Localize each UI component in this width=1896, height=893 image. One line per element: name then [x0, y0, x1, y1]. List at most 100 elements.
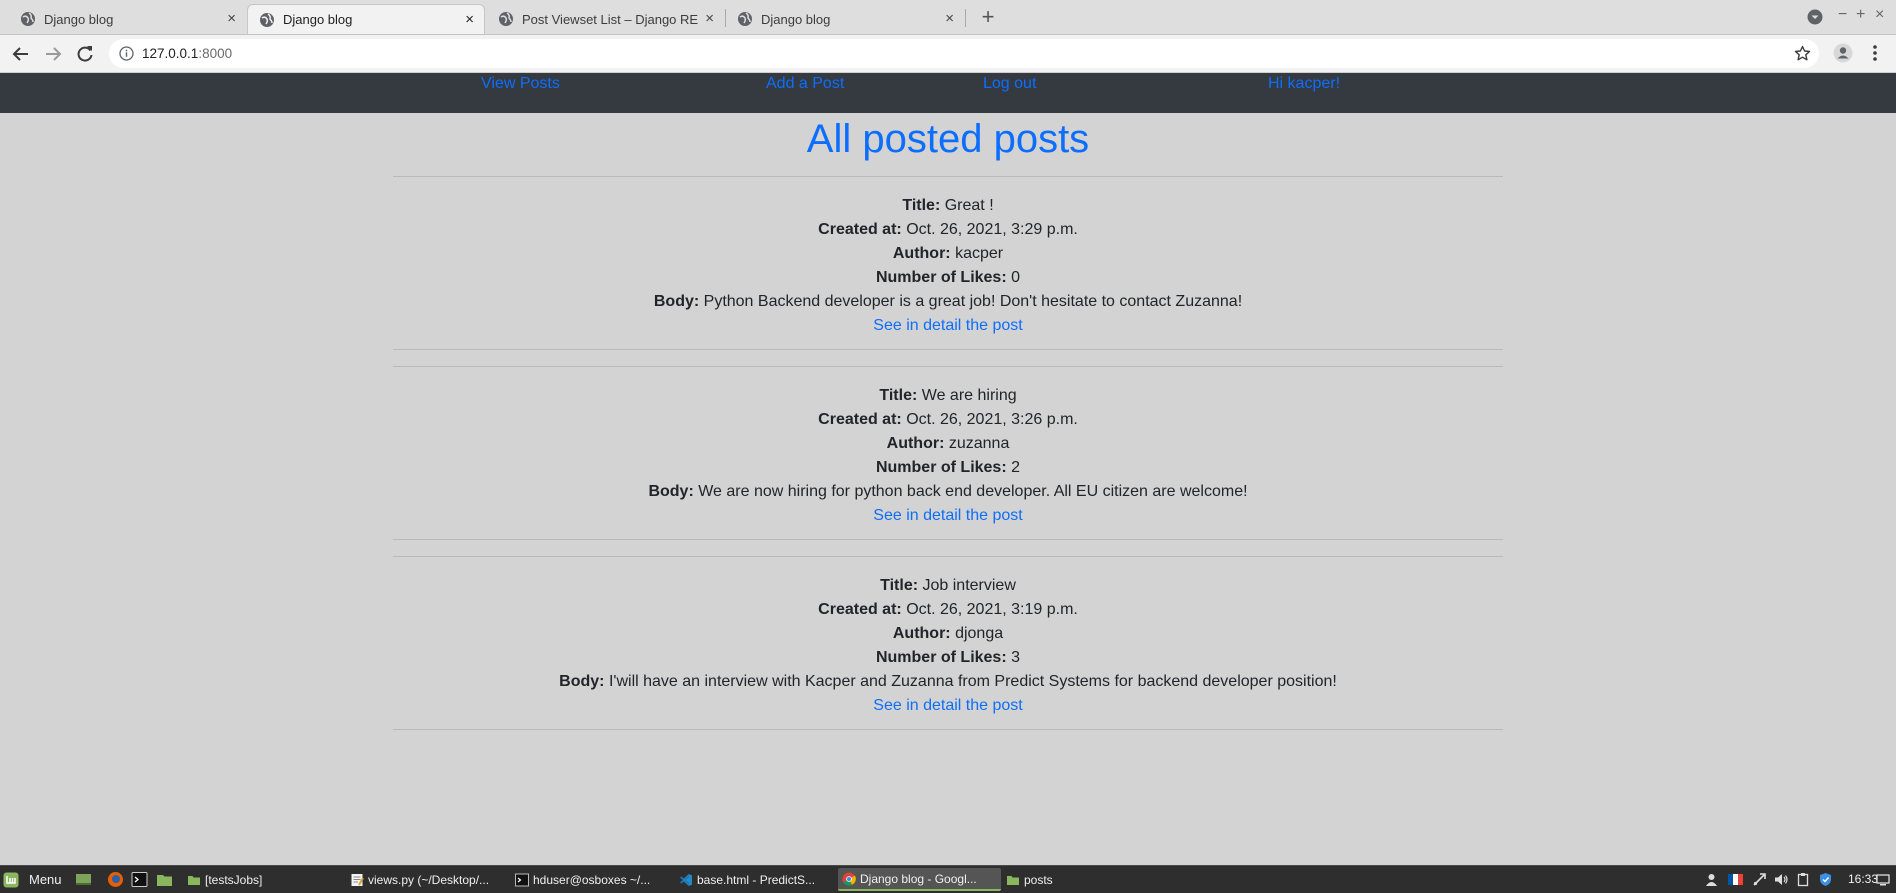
post-author: Author: zuzanna	[393, 432, 1503, 456]
page-title: All posted posts	[806, 117, 1090, 161]
task-label: views.py (~/Desktop/...	[368, 872, 490, 887]
french-flag-icon[interactable]	[1728, 872, 1743, 887]
globe-icon	[499, 12, 513, 26]
field-value: Oct. 26, 2021, 3:29 p.m.	[906, 221, 1078, 238]
tab-title: Django blog	[44, 11, 114, 27]
tab-django-blog-4[interactable]: Django blog ×	[726, 4, 964, 34]
field-value: 3	[1011, 649, 1021, 666]
post-title: Title: We are hiring	[393, 384, 1503, 408]
show-desktop-icon[interactable]	[75, 871, 92, 888]
tab-title: Django blog	[761, 11, 831, 27]
volume-icon[interactable]	[1774, 872, 1789, 887]
display-tray-icon[interactable]	[1876, 872, 1890, 887]
field-label: Body:	[648, 483, 694, 500]
clipboard-icon[interactable]	[1796, 872, 1811, 887]
close-window-button[interactable]: ×	[1875, 6, 1884, 24]
field-label: Author:	[892, 625, 951, 642]
field-label: Number of Likes:	[875, 269, 1007, 286]
profile-avatar-icon[interactable]	[1833, 43, 1853, 63]
globe-icon	[738, 12, 752, 26]
tab-post-viewset-list[interactable]: Post Viewset List – Django REST ×	[486, 4, 724, 34]
bookmark-star-icon[interactable]	[1794, 45, 1811, 62]
site-navbar: View Posts Add a Post Log out Hi kacper!	[0, 73, 1896, 113]
tab-close-icon[interactable]: ×	[465, 12, 474, 28]
tab-title: Django blog	[283, 12, 353, 27]
task-label: base.html - PredictS...	[697, 872, 816, 887]
folder-icon	[1007, 875, 1019, 885]
maximize-button[interactable]: +	[1856, 6, 1865, 24]
tab-close-icon[interactable]: ×	[227, 11, 236, 27]
taskbar-task-posts[interactable]: posts	[1002, 868, 1158, 891]
post-card: Title: Great ! Created at: Oct. 26, 2021…	[393, 176, 1503, 350]
forward-arrow-icon[interactable]	[42, 43, 64, 65]
globe-icon	[21, 12, 35, 26]
task-label: posts	[1024, 872, 1053, 887]
tab-django-blog-1[interactable]: Django blog ×	[0, 4, 246, 34]
field-label: Created at:	[818, 411, 902, 428]
field-value: zuzanna	[948, 435, 1010, 452]
post-body: Body: I'will have an interview with Kacp…	[393, 670, 1503, 694]
firefox-icon[interactable]	[107, 871, 124, 888]
start-menu-button[interactable]: Menu	[3, 869, 62, 890]
files-launcher-icon[interactable]	[156, 871, 173, 888]
post-likes: Number of Likes: 0	[393, 266, 1503, 290]
post-author: Author: djonga	[393, 622, 1503, 646]
post-card: Title: We are hiring Created at: Oct. 26…	[393, 366, 1503, 540]
field-value: We are now hiring for python back end de…	[698, 483, 1248, 500]
reload-icon[interactable]	[74, 43, 96, 65]
field-value: Oct. 26, 2021, 3:26 p.m.	[906, 411, 1078, 428]
nav-link-add-post[interactable]: Add a Post	[766, 75, 844, 93]
nav-link-view-posts[interactable]: View Posts	[481, 75, 560, 93]
back-arrow-icon[interactable]	[10, 43, 32, 65]
field-label: Title:	[880, 577, 919, 594]
address-bar[interactable]: 127.0.0.1:8000	[109, 39, 1819, 68]
field-label: Created at:	[818, 221, 902, 238]
post-detail-link[interactable]: See in detail the post	[873, 314, 1022, 338]
tab-django-blog-active[interactable]: Django blog ×	[247, 4, 485, 34]
url-text[interactable]: 127.0.0.1:8000	[142, 46, 232, 61]
tab-close-icon[interactable]: ×	[705, 11, 714, 27]
post-detail-link[interactable]: See in detail the post	[873, 504, 1022, 528]
info-icon[interactable]	[119, 46, 134, 61]
taskbar-task-chrome[interactable]: Django blog - Googl...	[838, 868, 1001, 891]
terminal-icon	[515, 873, 529, 886]
taskbar-task-terminal[interactable]: hduser@osboxes ~/...	[511, 868, 674, 891]
tab-close-icon[interactable]: ×	[945, 11, 954, 27]
shield-icon[interactable]	[1818, 872, 1833, 887]
field-value: 2	[1011, 459, 1021, 476]
text-editor-icon	[351, 873, 364, 886]
clock: 16:33	[1848, 872, 1879, 886]
post-likes: Number of Likes: 2	[393, 456, 1503, 480]
user-tray-icon[interactable]	[1704, 872, 1719, 887]
tab-search-chevron-icon[interactable]	[1807, 9, 1823, 25]
new-tab-button[interactable]: +	[976, 6, 1000, 30]
field-label: Author:	[892, 245, 951, 262]
chrome-icon	[842, 872, 856, 886]
taskbar-task-views-py[interactable]: views.py (~/Desktop/...	[346, 868, 510, 891]
field-label: Body:	[559, 673, 605, 690]
field-label: Created at:	[818, 601, 902, 618]
terminal-launcher-icon[interactable]	[131, 871, 148, 888]
task-label: [testsJobs]	[205, 872, 263, 887]
taskbar-task-testsjobs[interactable]: [testsJobs]	[183, 868, 345, 891]
field-label: Title:	[879, 387, 918, 404]
post-body: Body: Python Backend developer is a grea…	[393, 290, 1503, 314]
kebab-menu-icon[interactable]	[1868, 43, 1882, 63]
taskbar-task-vscode[interactable]: base.html - PredictS...	[675, 868, 837, 891]
field-value: Great !	[944, 197, 994, 214]
nav-link-log-out[interactable]: Log out	[983, 75, 1036, 93]
post-detail-link[interactable]: See in detail the post	[873, 694, 1022, 718]
field-label: Number of Likes:	[875, 649, 1007, 666]
network-tray-icon[interactable]	[1752, 872, 1767, 887]
mint-logo-icon	[3, 872, 19, 887]
minimize-button[interactable]: −	[1838, 6, 1847, 24]
nav-link-user-greeting[interactable]: Hi kacper!	[1268, 75, 1340, 93]
post-author: Author: kacper	[393, 242, 1503, 266]
field-value: Oct. 26, 2021, 3:19 p.m.	[906, 601, 1078, 618]
tab-separator	[965, 9, 966, 27]
menu-label: Menu	[29, 872, 62, 887]
post-card: Title: Job interview Created at: Oct. 26…	[393, 556, 1503, 730]
post-created-at: Created at: Oct. 26, 2021, 3:26 p.m.	[393, 408, 1503, 432]
folder-icon	[188, 875, 200, 885]
main-content: All posted posts Title: Great ! Created …	[0, 113, 1896, 730]
